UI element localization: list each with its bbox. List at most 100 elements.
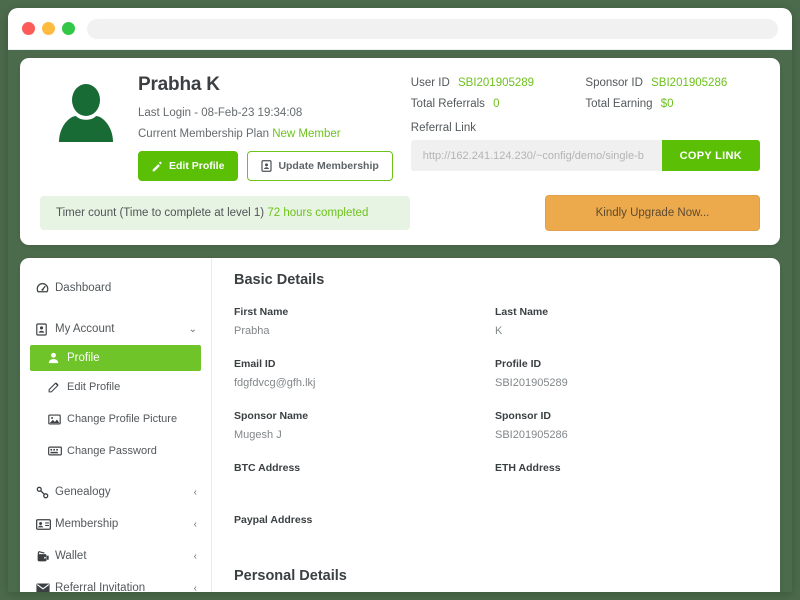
envelope-icon [36,583,55,592]
field-label: Profile ID [495,358,542,370]
total-earning-label: Total Earning [585,98,653,110]
edit-icon [152,161,162,171]
sidebar-item-label: Profile [67,352,100,364]
referral-link-label: Referral Link [410,122,476,134]
field-email-id: Email ID fdgfdvcg@gfh.lkj [234,358,495,390]
keyboard-icon [48,446,67,456]
sidebar-item-label: Edit Profile [67,381,121,393]
upgrade-now-button[interactable]: Kindly Upgrade Now... [545,195,760,231]
field-value: SBI201905289 [495,377,568,389]
total-earning-row: Total Earning $0 [585,98,760,110]
stats-right: Sponsor ID SBI201905286 Total Earning $0 [585,77,760,119]
membership-plan-label: Current Membership Plan [138,128,270,140]
sidebar-nav: Dashboard My Account ⌄ Profile Edit Prof… [20,258,212,592]
sidebar-item-change-profile-picture[interactable]: Change Profile Picture [20,403,211,435]
close-window-button[interactable] [22,22,35,35]
field-first-name: First Name Prabha [234,306,495,338]
profile-header-top: Prabha K Last Login - 08-Feb-23 19:34:08… [40,74,760,181]
sidebar-item-change-password[interactable]: Change Password [20,435,211,467]
sidebar-item-label: Wallet [55,550,87,562]
field-btc-address: BTC Address [234,462,495,494]
profile-header-card: Prabha K Last Login - 08-Feb-23 19:34:08… [20,58,780,245]
sponsor-id-row: Sponsor ID SBI201905286 [585,77,760,89]
avatar [40,74,132,150]
image-icon [48,413,67,425]
membership-plan-row: Current Membership Plan New Member [138,128,393,140]
sitemap-icon [36,486,55,499]
field-profile-id: Profile ID SBI201905289 [495,358,756,390]
basic-details-title: Basic Details [234,272,325,288]
sidebar-item-label: Referral Invitation [55,582,146,592]
header-buttons: Edit Profile Update Membership [138,151,393,181]
user-id-row: User ID SBI201905289 [411,77,586,89]
sidebar-item-label: Change Profile Picture [67,413,178,425]
stats-grid: User ID SBI201905289 Total Referrals 0 S… [411,77,760,119]
timer-value: 72 hours completed [267,207,369,219]
dashboard-icon [36,282,55,295]
field-value: fdgfdvcg@gfh.lkj [234,377,316,389]
sidebar-item-referral-invitation[interactable]: Referral Invitation ‹ [20,572,211,592]
user-id-value: SBI201905289 [457,77,535,89]
sidebar-item-label: Dashboard [55,282,112,294]
field-paypal-address: Paypal Address [234,514,495,546]
sidebar-item-profile[interactable]: Profile [30,345,201,371]
browser-chrome [8,8,792,50]
timer-label: Timer count (Time to complete at level 1… [56,207,265,219]
field-value: Mugesh J [234,429,282,441]
field-value [495,481,756,494]
referral-link-input[interactable] [410,140,662,171]
field-label: First Name [234,306,289,318]
sidebar-item-membership[interactable]: Membership ‹ [20,508,211,540]
edit-profile-label: Edit Profile [169,160,225,172]
id-badge-icon [261,160,273,172]
copy-link-button[interactable]: COPY LINK [661,140,760,171]
window-controls [22,22,75,35]
sidebar-item-label: Membership [55,518,119,530]
total-referrals-label: Total Referrals [410,98,485,110]
field-last-name: Last Name K [495,306,756,338]
timer-banner: Timer count (Time to complete at level 1… [40,196,410,230]
chevron-left-icon: ‹ [193,582,197,593]
membership-plan-value: New Member [272,128,341,140]
field-label: Paypal Address [234,514,313,526]
chevron-left-icon: ‹ [193,518,197,530]
sidebar-item-edit-profile[interactable]: Edit Profile [20,371,211,403]
field-value: SBI201905286 [495,429,568,441]
page-title: Prabha K [138,74,220,95]
field-eth-address: ETH Address [495,462,756,494]
last-login-text: Last Login - 08-Feb-23 19:34:08 [138,107,303,119]
chevron-down-icon: ⌄ [188,323,197,335]
field-value: K [495,325,503,337]
total-earning-value: $0 [660,98,674,110]
sidebar-item-label: My Account [55,323,115,335]
field-label: Email ID [234,358,276,370]
user-icon [48,352,67,364]
sponsor-id-value: SBI201905286 [651,77,728,89]
wallet-icon [36,550,55,563]
sidebar-item-wallet[interactable]: Wallet ‹ [20,540,211,572]
sponsor-id-label: Sponsor ID [585,77,643,89]
basic-details-fields: First Name Prabha Last Name K Email ID f… [234,306,756,566]
edit-profile-button[interactable]: Edit Profile [138,151,239,181]
sidebar-item-my-account[interactable]: My Account ⌄ [20,313,211,345]
field-label: Sponsor Name [234,410,309,422]
sidebar-item-genealogy[interactable]: Genealogy ‹ [20,476,211,508]
user-avatar-icon [59,84,113,142]
maximize-window-button[interactable] [62,22,75,35]
field-sponsor-id: Sponsor ID SBI201905286 [495,410,756,442]
sidebar-item-label: Change Password [67,445,157,457]
total-referrals-row: Total Referrals 0 [411,98,586,110]
stats-left: User ID SBI201905289 Total Referrals 0 [411,77,586,119]
field-value [234,481,495,494]
chevron-left-icon: ‹ [193,486,197,498]
field-value: Prabha [234,325,270,337]
sidebar-item-dashboard[interactable]: Dashboard [20,272,211,304]
browser-window: Prabha K Last Login - 08-Feb-23 19:34:08… [8,8,792,592]
address-bar-input[interactable] [87,18,778,39]
update-membership-button[interactable]: Update Membership [247,151,393,181]
minimize-window-button[interactable] [42,22,55,35]
field-value [234,533,495,546]
id-card-icon [36,518,55,530]
